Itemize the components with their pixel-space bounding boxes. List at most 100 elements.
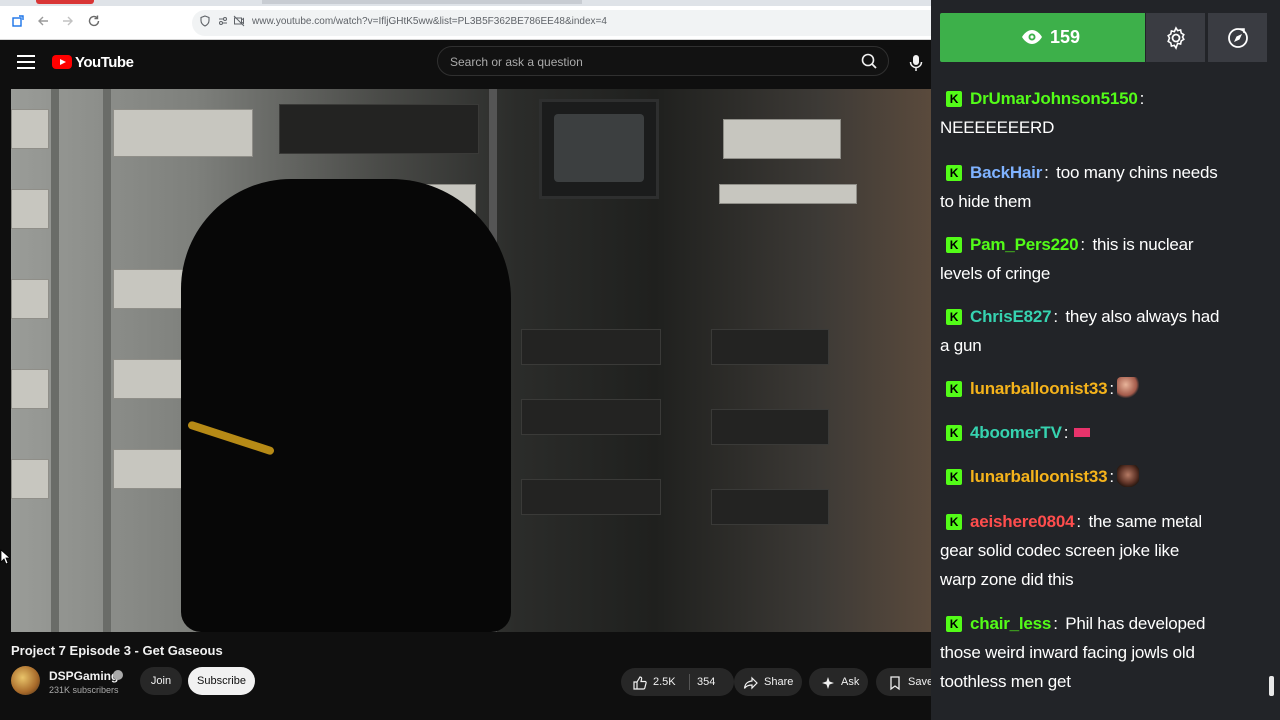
chat-username[interactable]: chair_less: [970, 614, 1051, 633]
video-title: Project 7 Episode 3 - Get Gaseous: [11, 643, 223, 658]
ask-label: Ask: [841, 676, 860, 688]
gear-icon: [1167, 26, 1185, 50]
chat-text: to hide them: [940, 192, 1032, 211]
kick-badge-icon: K: [946, 425, 962, 441]
forward-icon[interactable]: [59, 14, 77, 32]
rack-unit: [711, 489, 829, 525]
viewer-count-bar: 159: [940, 13, 1145, 62]
chat-message: Klunarballoonist33:: [940, 462, 1262, 491]
like-count[interactable]: 2.5K: [653, 668, 676, 696]
thumbs-up-icon[interactable]: [632, 674, 648, 690]
menu-icon[interactable]: [17, 55, 35, 69]
chat-text: Phil has developed: [1060, 614, 1206, 633]
chat-header: 159: [931, 0, 1280, 80]
rack-unit: [521, 399, 661, 435]
kick-badge-icon: K: [946, 514, 962, 530]
like-divider: [689, 674, 690, 690]
chat-username[interactable]: aeishere0804: [970, 512, 1075, 531]
save-button[interactable]: Save: [876, 668, 934, 696]
share-label: Share: [764, 676, 794, 688]
chat-username[interactable]: BackHair: [970, 163, 1042, 182]
chat-separator: :: [1044, 163, 1049, 182]
chat-separator: :: [1063, 423, 1069, 442]
chat-text: toothless men get: [940, 672, 1071, 691]
chat-separator: :: [1080, 235, 1085, 254]
bookmark-icon: [887, 674, 903, 691]
channel-avatar[interactable]: [11, 666, 40, 695]
ask-button[interactable]: Ask: [809, 668, 868, 696]
100-emote: [1071, 421, 1094, 443]
video-player[interactable]: [11, 89, 931, 632]
camera-blocked-icon[interactable]: [232, 15, 246, 29]
chat-text: this is nuclear: [1087, 235, 1194, 254]
microphone-icon[interactable]: [905, 52, 927, 74]
kick-badge-icon: K: [946, 381, 962, 397]
chat-settings-button[interactable]: [1146, 13, 1205, 62]
browser-toolbar: www.youtube.com/watch?v=IfljGHtK5ww&list…: [0, 6, 931, 40]
channel-name[interactable]: DSPGaming: [49, 669, 118, 683]
face-emote: [1116, 465, 1139, 487]
address-bar[interactable]: www.youtube.com/watch?v=IfljGHtK5ww&list…: [192, 10, 931, 36]
reload-icon[interactable]: [85, 14, 103, 32]
chat-text: too many chins needs: [1051, 163, 1218, 182]
viewer-count: 159: [1050, 27, 1081, 47]
crt-monitor: [539, 99, 659, 199]
comment-count[interactable]: 354: [697, 668, 715, 696]
chat-panel: 159 K DrUmarJohnson5150: NEEEEEEERD K BackH…: [931, 0, 1280, 720]
rack-unit: [279, 104, 479, 154]
chat-popout-button[interactable]: [1208, 13, 1267, 62]
kick-badge-icon: K: [946, 309, 962, 325]
chat-username[interactable]: DrUmarJohnson5150: [970, 89, 1138, 108]
chat-text: they also always had: [1060, 307, 1220, 326]
permissions-icon[interactable]: [216, 15, 230, 29]
chat-username[interactable]: lunarballoonist33: [970, 467, 1108, 486]
chat-text: warp zone did this: [940, 570, 1074, 589]
search-input[interactable]: Search or ask a question: [437, 46, 889, 76]
active-tab[interactable]: [36, 0, 94, 4]
verified-icon: [113, 670, 123, 680]
eye-icon: [1021, 28, 1043, 46]
back-icon[interactable]: [34, 14, 52, 32]
chat-username[interactable]: ChrisE827: [970, 307, 1052, 326]
join-button[interactable]: Join: [140, 667, 182, 695]
shelf-post: [51, 89, 59, 632]
rack-unit: [521, 479, 661, 515]
tab-actions-icon[interactable]: [9, 14, 27, 32]
browser-window: www.youtube.com/watch?v=IfljGHtK5ww&list…: [0, 0, 934, 720]
chat-scrollbar[interactable]: [1269, 676, 1274, 696]
kick-badge-icon: K: [946, 165, 962, 181]
search-icon[interactable]: [858, 50, 882, 72]
shield-icon[interactable]: [198, 15, 212, 29]
chat-username[interactable]: lunarballoonist33: [970, 379, 1108, 398]
chat-separator: :: [1109, 467, 1114, 486]
hooded-figure: [181, 179, 511, 632]
chat-message: K 4boomerTV:: [940, 418, 1262, 447]
chat-username[interactable]: Pam_Pers220: [970, 235, 1079, 254]
chat-separator: :: [1109, 379, 1114, 398]
youtube-play-icon: [52, 55, 72, 69]
youtube-logo-text: YouTube: [75, 53, 134, 71]
chat-message: K BackHair: too many chins needs to hide t…: [940, 158, 1262, 216]
shelf-post: [103, 89, 111, 632]
vcr-unit: [723, 119, 841, 159]
chat-message: K Pam_Pers220: this is nuclear levels of c…: [940, 230, 1262, 288]
share-button[interactable]: Share: [734, 668, 802, 696]
chat-separator: :: [1076, 512, 1081, 531]
chat-separator: :: [1139, 89, 1145, 108]
youtube-logo[interactable]: YouTube: [52, 53, 134, 71]
subscribe-button[interactable]: Subscribe: [188, 667, 255, 695]
kick-badge-icon: K: [946, 616, 962, 632]
url-text[interactable]: www.youtube.com/watch?v=IfljGHtK5ww&list…: [252, 16, 607, 27]
vcr-unit: [113, 109, 253, 157]
vcr-unit: [11, 189, 49, 229]
search-placeholder: Search or ask a question: [450, 55, 583, 69]
like-dislike-group: 2.5K 354: [621, 668, 734, 696]
chat-message: K ChrisE827: they also always had a gun: [940, 302, 1262, 360]
save-label: Save: [908, 676, 934, 688]
browser-tab[interactable]: [262, 0, 582, 4]
chat-username[interactable]: 4boomerTV: [970, 423, 1062, 442]
vcr-unit: [11, 109, 49, 149]
chat-text: a gun: [940, 336, 982, 355]
share-icon: [743, 674, 759, 690]
chat-separator: :: [1053, 614, 1058, 633]
